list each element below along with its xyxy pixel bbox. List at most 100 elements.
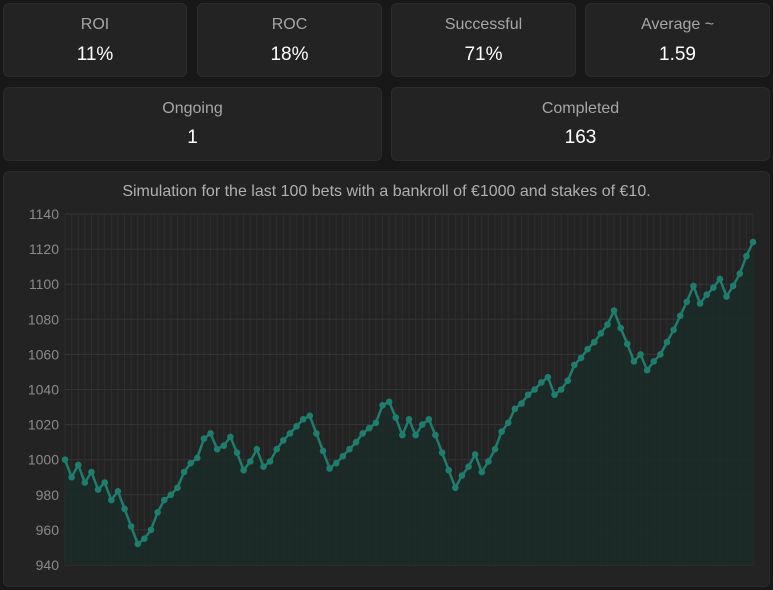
data-point [491, 445, 499, 453]
data-point [286, 430, 294, 437]
stat-card-average: Average ~ 1.59 [585, 3, 770, 77]
data-point [61, 456, 69, 464]
data-point [167, 491, 175, 499]
data-point [405, 416, 413, 423]
data-point [246, 458, 254, 465]
stat-value: 1 [187, 127, 198, 148]
data-point [313, 430, 320, 437]
data-point [266, 458, 274, 465]
data-point [604, 321, 611, 328]
data-point [438, 449, 446, 456]
data-point [630, 358, 638, 365]
y-tick-label: 1060 [28, 346, 59, 362]
data-point [326, 465, 333, 472]
data-point [432, 431, 439, 439]
stat-card-roc: ROC 18% [197, 3, 382, 77]
data-point [571, 361, 578, 369]
data-point [670, 326, 677, 334]
data-point [710, 284, 717, 292]
data-point [273, 445, 280, 453]
data-point [683, 298, 691, 306]
data-point [743, 252, 750, 260]
data-point [200, 435, 208, 442]
stat-value: 163 [564, 127, 597, 148]
data-point [425, 416, 433, 423]
data-point [445, 466, 452, 474]
data-point [94, 486, 102, 493]
bankroll-chart: 940 960 980 1000 1020 1040 1060 1080 1100 1120 114… [28, 206, 757, 573]
data-point [141, 535, 148, 542]
data-point [736, 270, 744, 277]
data-point [366, 424, 373, 432]
data-point [108, 496, 115, 504]
data-point [194, 454, 201, 462]
y-tick-label: 1020 [28, 417, 59, 433]
stat-value: 71% [464, 44, 503, 65]
data-point [160, 496, 168, 504]
data-point [485, 458, 492, 465]
data-point [372, 419, 380, 427]
data-point [213, 445, 221, 453]
data-point [610, 307, 618, 314]
data-point [465, 463, 472, 471]
data-point [590, 338, 598, 346]
data-point [207, 430, 214, 437]
data-point [299, 416, 307, 423]
data-point [385, 398, 393, 406]
data-point [676, 312, 684, 320]
data-point [68, 473, 75, 481]
data-point [729, 282, 737, 290]
data-point [418, 421, 426, 428]
data-point [220, 442, 228, 449]
y-tick-label: 980 [36, 487, 60, 503]
data-point [293, 423, 300, 430]
data-point [557, 386, 565, 393]
data-point [81, 479, 89, 486]
data-point [452, 484, 459, 492]
data-point [74, 461, 82, 469]
data-point [240, 466, 247, 474]
data-point [127, 523, 135, 530]
data-point [227, 433, 234, 441]
y-tick-label: 1040 [28, 382, 59, 398]
data-point [657, 351, 664, 358]
data-point [696, 300, 704, 307]
data-point [544, 373, 552, 381]
data-point [114, 487, 122, 495]
data-point [478, 468, 486, 476]
data-point [134, 540, 142, 548]
data-point [352, 438, 360, 446]
data-point [597, 330, 605, 337]
data-point [147, 526, 155, 534]
data-point [723, 293, 730, 300]
stat-label: Average ~ [640, 16, 715, 33]
data-point [703, 291, 710, 299]
data-point [101, 479, 108, 486]
y-tick-label: 960 [36, 522, 60, 538]
data-point [187, 459, 194, 467]
stat-value: 18% [270, 44, 309, 65]
stat-card-roi: ROI 11% [3, 3, 187, 77]
stat-label: Completed [541, 100, 620, 117]
data-point [650, 358, 658, 365]
stat-label: ROC [271, 16, 308, 33]
stat-card-completed: Completed 163 [391, 87, 770, 161]
data-point [253, 445, 261, 453]
stat-card-successful: Successful 71% [391, 3, 576, 77]
data-point [399, 431, 406, 439]
data-point [319, 447, 327, 455]
y-tick-label: 940 [36, 557, 60, 573]
data-point [584, 345, 591, 353]
data-point [511, 405, 519, 413]
data-point [498, 428, 505, 435]
data-point [359, 430, 366, 437]
data-point [531, 386, 538, 393]
data-point [339, 452, 347, 460]
data-point [121, 505, 128, 513]
y-tick-label: 1100 [29, 276, 59, 292]
data-point [690, 282, 697, 290]
data-point [233, 449, 241, 456]
stat-value: 1.59 [659, 44, 696, 65]
data-point [471, 451, 479, 458]
data-point [538, 379, 545, 386]
